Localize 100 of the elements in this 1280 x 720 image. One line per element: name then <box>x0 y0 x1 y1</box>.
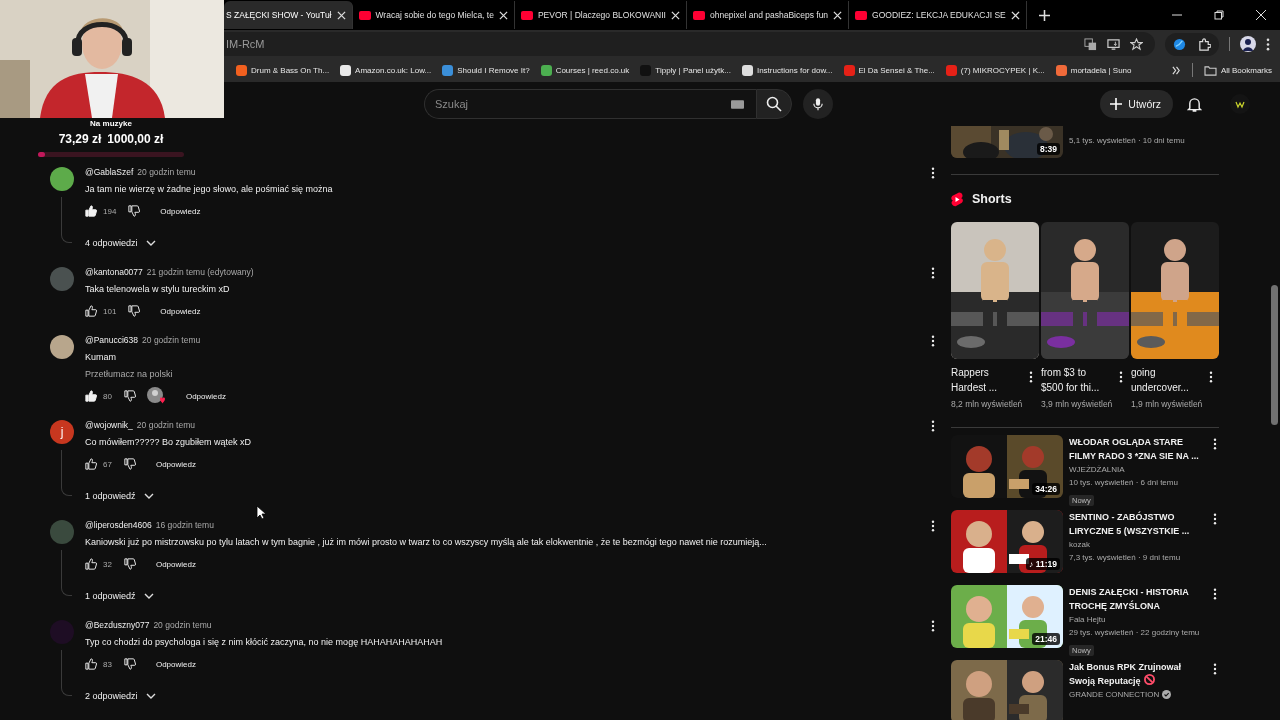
like-icon[interactable] <box>85 658 97 670</box>
more-icon[interactable] <box>931 420 935 432</box>
puzzle-icon[interactable] <box>1198 37 1211 51</box>
like-icon[interactable] <box>85 390 97 402</box>
browser-tab[interactable]: S ZAŁĘCKI SHOW - YouTuł <box>224 1 353 29</box>
close-icon[interactable] <box>1256 10 1266 20</box>
search-field[interactable]: Szukaj <box>433 97 731 111</box>
channel-name[interactable]: GRANDE CONNECTION <box>1069 688 1160 701</box>
dislike-icon[interactable] <box>128 305 141 317</box>
dislike-icon[interactable] <box>123 658 136 670</box>
translate-link[interactable]: Przetłumacz na polski <box>85 367 931 381</box>
reply-button[interactable]: Odpowiedz <box>151 556 200 572</box>
close-icon[interactable] <box>498 10 508 20</box>
chevrons-icon[interactable] <box>1171 65 1181 75</box>
address-bar[interactable]: IM-RcM <box>224 32 1155 56</box>
star-icon[interactable] <box>1130 37 1143 51</box>
more-icon[interactable] <box>1213 438 1217 450</box>
bookmark[interactable]: Courses | reed.co.uk <box>540 64 630 76</box>
close-icon[interactable] <box>670 10 680 20</box>
avatar[interactable] <box>50 167 74 191</box>
reply-button[interactable]: Odpowiedz <box>151 656 200 672</box>
short-title[interactable]: from $3 to $500 for thi... <box>1041 365 1105 395</box>
bookmark[interactable]: (7) MIKROCYPEK | K... <box>945 64 1045 76</box>
like-count: 32 <box>103 559 112 569</box>
video-title[interactable]: DENIS ZAŁĘCKI - HISTORIA TROCHĘ ZMYŚLONA <box>1069 585 1207 613</box>
plus-icon[interactable] <box>1038 9 1050 21</box>
like-icon[interactable] <box>85 458 97 470</box>
comment-author[interactable]: @Panucci638 <box>85 333 139 347</box>
like-icon[interactable] <box>85 305 97 317</box>
translate-icon[interactable] <box>1084 37 1097 51</box>
comment-author[interactable]: @wojownik_ <box>85 418 133 432</box>
install-icon[interactable] <box>1107 37 1120 51</box>
browser-tab[interactable]: PEVOR | Dlaczego BLOKOWANII <box>514 1 687 29</box>
more-icon[interactable] <box>1266 37 1270 51</box>
like-icon[interactable] <box>85 558 97 570</box>
bookmark[interactable]: Tipply | Panel użytk... <box>640 64 731 76</box>
dislike-icon[interactable] <box>123 390 136 402</box>
search-button[interactable] <box>756 89 792 119</box>
keyboard-icon[interactable] <box>731 99 744 109</box>
browser-tab[interactable]: Wracaj sobie do tego Mielca, te <box>352 1 515 29</box>
more-icon[interactable] <box>1213 513 1217 525</box>
replies-toggle[interactable]: 2 odpowiedzi <box>82 685 159 707</box>
close-icon[interactable] <box>1010 10 1020 20</box>
scrollbar-thumb[interactable] <box>1271 285 1278 425</box>
close-icon[interactable] <box>336 10 346 20</box>
dislike-icon[interactable] <box>128 205 141 217</box>
comment-author[interactable]: @liperosden4606 <box>85 518 152 532</box>
microphone-button[interactable] <box>803 89 833 119</box>
reply-button[interactable]: Odpowiedz <box>151 456 200 472</box>
browser-tab[interactable]: ohnepixel and pashaBiceps fun <box>686 1 850 29</box>
thread-line <box>61 197 72 243</box>
replies-toggle[interactable]: 4 odpowiedzi <box>82 232 159 254</box>
replies-toggle[interactable]: 1 odpowiedź <box>82 585 157 607</box>
more-icon[interactable] <box>1029 371 1033 383</box>
bookmark[interactable]: mortadela | Suno <box>1055 64 1132 76</box>
create-button[interactable]: Utwórz <box>1100 90 1173 118</box>
more-icon[interactable] <box>931 620 935 632</box>
reply-button[interactable]: Odpowiedz <box>181 388 230 404</box>
more-icon[interactable] <box>1119 371 1123 383</box>
dislike-icon[interactable] <box>123 458 136 470</box>
video-title[interactable]: Jak Bonus RPK Zrujnował Swoją Reputację <box>1069 660 1207 688</box>
reply-button[interactable]: Odpowiedz <box>156 303 205 319</box>
avatar[interactable]: j <box>50 420 74 444</box>
more-icon[interactable] <box>931 267 935 279</box>
channel-name[interactable]: WJEŻDŻALNIA <box>1069 463 1125 476</box>
bell-icon[interactable] <box>1187 95 1202 113</box>
bookmark[interactable]: Amazon.co.uk: Low... <box>340 64 432 76</box>
avatar[interactable] <box>50 335 74 359</box>
profile-avatar[interactable] <box>1240 36 1256 52</box>
more-icon[interactable] <box>1213 663 1217 675</box>
duration-label: 34:26 <box>1032 483 1060 495</box>
bookmark[interactable]: El Da Sensei & The... <box>843 64 935 76</box>
restore-icon[interactable] <box>1214 10 1224 20</box>
bookmark[interactable]: Should I Remove It? <box>442 64 530 76</box>
more-icon[interactable] <box>1209 371 1213 383</box>
all-bookmarks[interactable]: All Bookmarks <box>1203 64 1272 76</box>
more-icon[interactable] <box>931 167 935 179</box>
short-title[interactable]: going undercover... <box>1131 365 1195 395</box>
replies-toggle[interactable]: 1 odpowiedź <box>82 485 157 507</box>
video-title[interactable]: SENTINO - ZABÓJSTWO LIRYCZNE 5 (WSZYSTKIE ... <box>1069 510 1207 538</box>
like-icon[interactable] <box>85 205 97 217</box>
comment-author[interactable]: @GablaSzef <box>85 165 134 179</box>
dislike-icon[interactable] <box>123 558 136 570</box>
short-title[interactable]: Rappers Hardest ... <box>951 365 1015 395</box>
comment-author[interactable]: @Bezduszny077 <box>85 618 150 632</box>
bookmark[interactable]: Drum & Bass On Th... <box>236 64 330 76</box>
search-bar[interactable]: Szukaj <box>424 89 756 119</box>
bookmark[interactable]: Instructions for dow... <box>741 64 833 76</box>
browser-tab[interactable]: GOODIEZ: LEKCJA EDUKACJI SE <box>849 1 1027 29</box>
duration-label: 21:46 <box>1032 633 1060 645</box>
more-icon[interactable] <box>931 520 935 532</box>
video-title[interactable]: WŁODAR OGLĄDA STARE FILMY RADO 3 *ZNA SIE NA ... <box>1069 435 1207 463</box>
more-icon[interactable] <box>931 335 935 347</box>
more-icon[interactable] <box>1213 588 1217 600</box>
comment-author[interactable]: @kantona0077 <box>85 265 143 279</box>
extension-icon[interactable] <box>1173 37 1186 51</box>
close-icon[interactable] <box>833 10 843 20</box>
channel-name[interactable]: kozak <box>1069 538 1090 551</box>
channel-name[interactable]: Fala Hejtu <box>1069 613 1106 626</box>
reply-button[interactable]: Odpowiedz <box>156 203 205 219</box>
